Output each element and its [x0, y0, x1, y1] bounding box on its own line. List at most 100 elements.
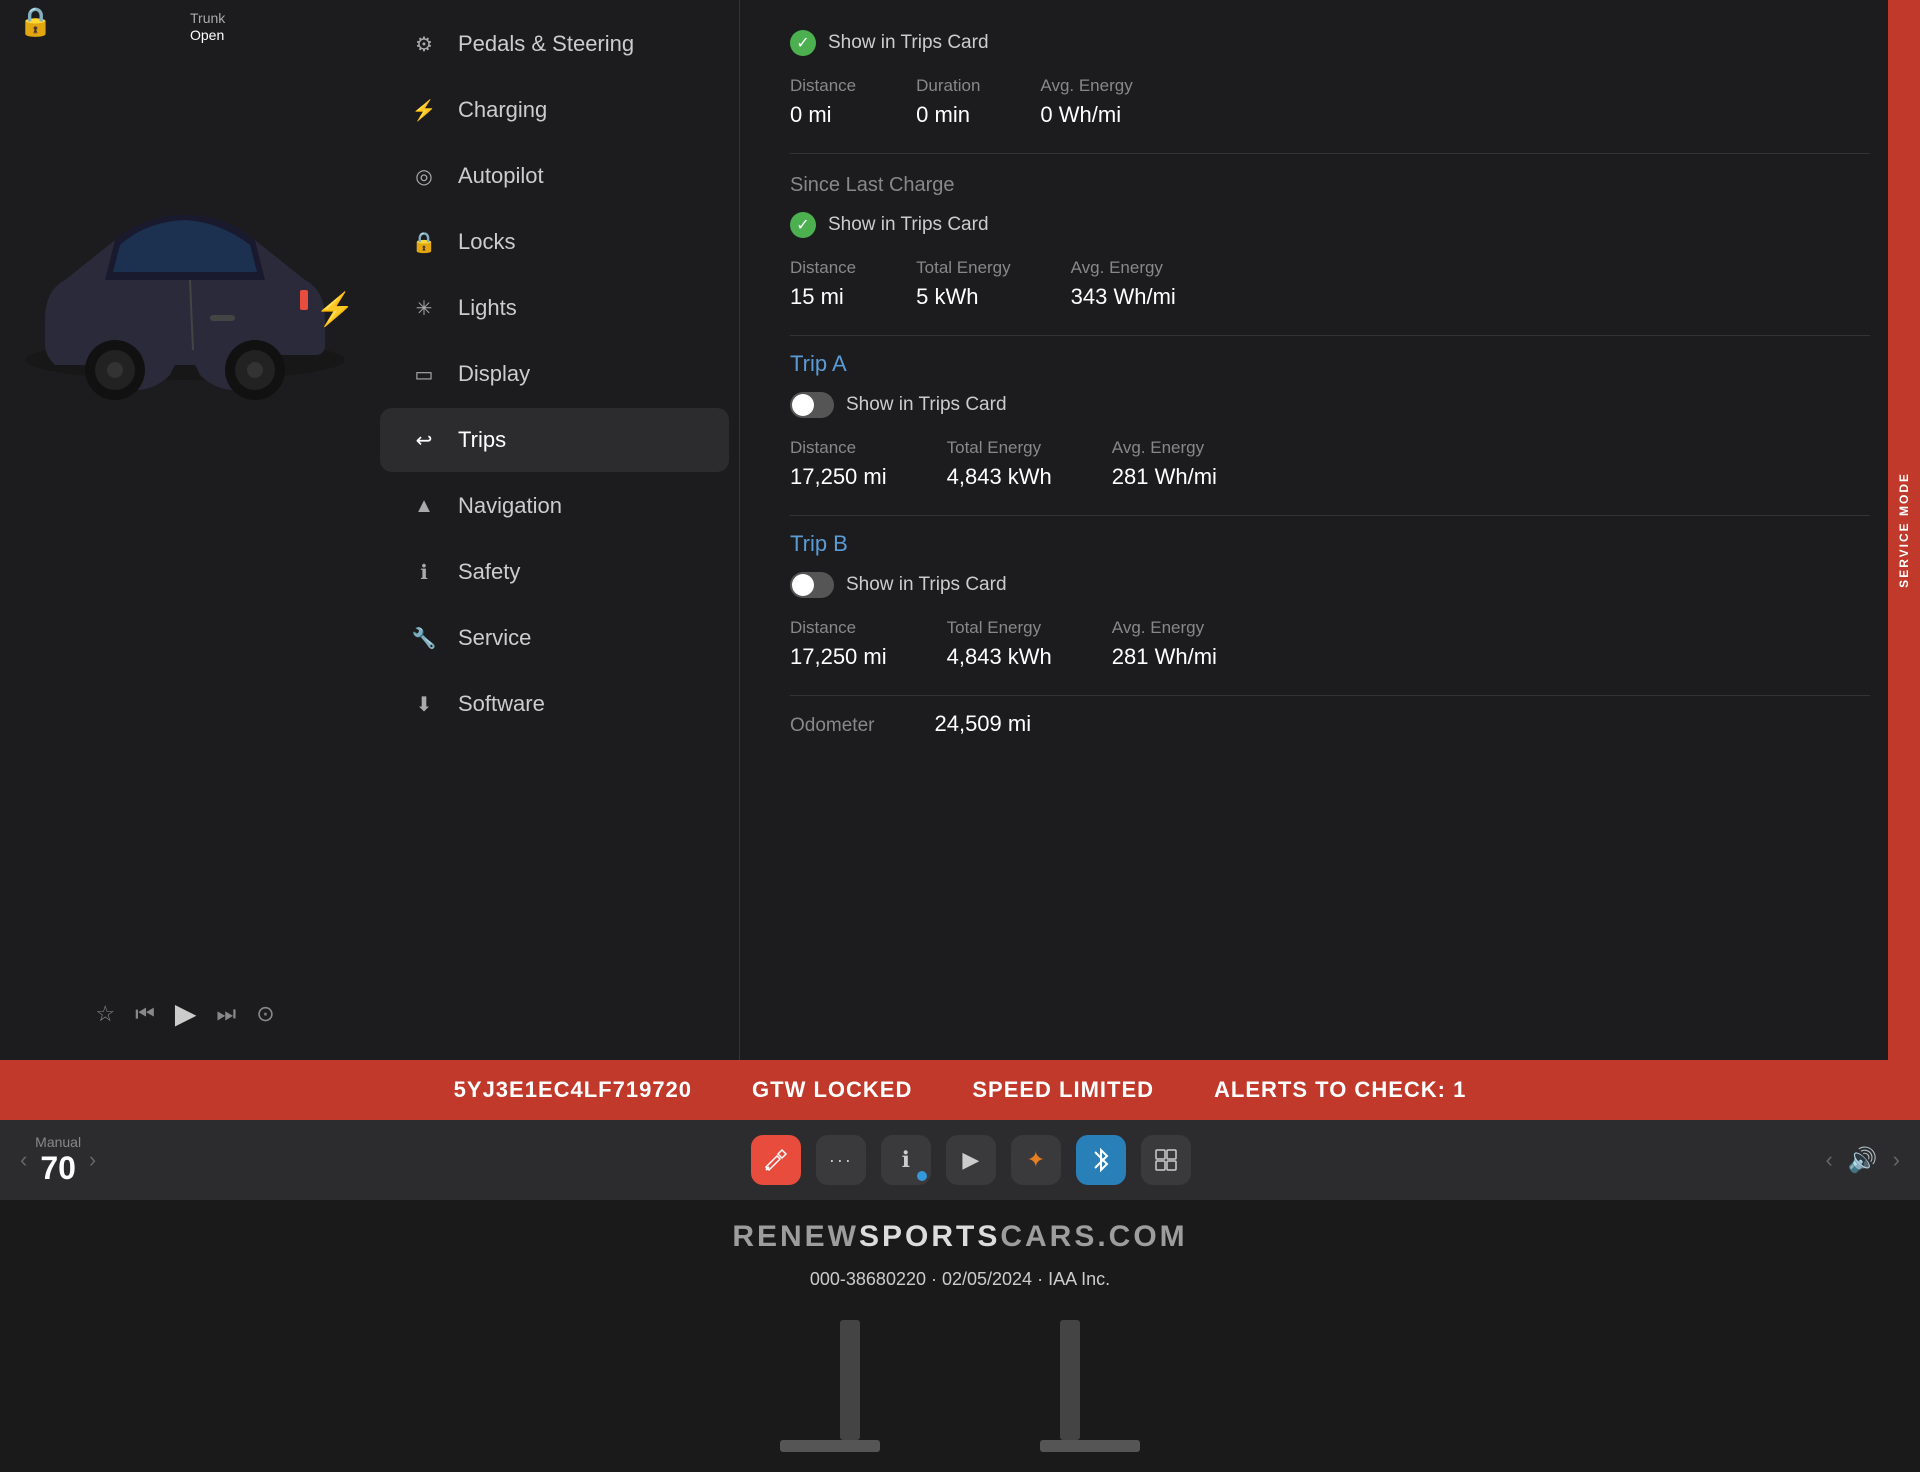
trip-a-distance-value: 17,250 mi [790, 464, 887, 490]
slc-distance: Distance 15 mi [790, 258, 856, 310]
pedals-label: Pedals & Steering [458, 31, 634, 57]
safety-icon: ℹ [410, 558, 438, 586]
trip-b-toggle[interactable] [790, 572, 834, 598]
content-panel: ✓ Show in Trips Card Distance 0 mi Durat… [740, 0, 1920, 1060]
speed-number: 70 [40, 1150, 76, 1187]
display-label: Display [458, 361, 530, 387]
last-trip-checkbox[interactable]: ✓ [790, 30, 816, 56]
prev-button[interactable]: ⏮ [135, 1001, 155, 1027]
since-last-charge-stats: Distance 15 mi Total Energy 5 kWh Avg. E… [790, 258, 1870, 310]
volume-icon[interactable]: 🔊 [1848, 1146, 1878, 1175]
last-trip-avg-energy-value: 0 Wh/mi [1040, 102, 1132, 128]
watermark-renew: RENEW [732, 1220, 859, 1253]
lights-label: Lights [458, 295, 517, 321]
speed-left-arrow[interactable]: ‹ [20, 1147, 27, 1173]
last-trip-duration: Duration 0 min [916, 76, 980, 128]
trips-label: Trips [458, 427, 506, 453]
trip-a-distance: Distance 17,250 mi [790, 438, 887, 490]
info-icon-btn[interactable]: ℹ [881, 1135, 931, 1185]
taskbar-left-nav[interactable]: ‹ [1825, 1147, 1832, 1173]
service-mode-bar: SERVICE MODE [1888, 0, 1920, 1060]
trip-b-avg-energy: Avg. Energy 281 Wh/mi [1112, 618, 1217, 670]
main-screen: 🔒 Trunk Open [0, 0, 1920, 1060]
trip-a-toggle[interactable] [790, 392, 834, 418]
since-last-charge-show-label: Show in Trips Card [828, 214, 989, 236]
charging-bolt-icon: ⚡ [315, 290, 355, 328]
trip-a-total-energy-value: 4,843 kWh [947, 464, 1052, 490]
trip-b-avg-energy-value: 281 Wh/mi [1112, 644, 1217, 670]
service-label: Service [458, 625, 531, 651]
vin-text: 5YJ3E1EC4LF719720 [454, 1077, 692, 1103]
star-button[interactable]: ☆ [95, 1001, 115, 1027]
charging-icon: ⚡ [410, 96, 438, 124]
trip-a-total-energy: Total Energy 4,843 kWh [947, 438, 1052, 490]
trip-a-total-energy-label: Total Energy [947, 438, 1052, 458]
lock-icon: 🔒 [18, 5, 53, 38]
sidebar-item-navigation[interactable]: ▲ Navigation [380, 474, 729, 538]
sidebar-item-display[interactable]: ▭ Display [380, 342, 729, 406]
video-icon-btn[interactable]: ▶ [946, 1135, 996, 1185]
odometer-row: Odometer 24,509 mi [790, 711, 1870, 737]
sidebar-item-trips[interactable]: ↩ Trips [380, 408, 729, 472]
sidebar-item-lights[interactable]: ✳ Lights [380, 276, 729, 340]
navigation-label: Navigation [458, 493, 562, 519]
trip-a-avg-energy-label: Avg. Energy [1112, 438, 1217, 458]
last-trip-duration-label: Duration [916, 76, 980, 96]
speed-display: ‹ Manual 70 › [20, 1134, 96, 1187]
trip-b-distance-label: Distance [790, 618, 887, 638]
trip-a-distance-label: Distance [790, 438, 887, 458]
trip-b-distance: Distance 17,250 mi [790, 618, 887, 670]
more-options-btn[interactable]: ··· [816, 1135, 866, 1185]
sidebar-item-locks[interactable]: 🔒 Locks [380, 210, 729, 274]
trunk-label: Trunk [190, 10, 225, 27]
sidebar-item-charging[interactable]: ⚡ Charging [380, 78, 729, 142]
trip-a-title[interactable]: Trip A [790, 351, 1870, 377]
last-trip-avg-energy: Avg. Energy 0 Wh/mi [1040, 76, 1132, 128]
gtw-text: GTW LOCKED [752, 1077, 912, 1103]
sidebar-item-software[interactable]: ⬇ Software [380, 672, 729, 736]
last-trip-duration-value: 0 min [916, 102, 980, 128]
manual-label: Manual [35, 1134, 81, 1150]
last-trip-avg-energy-label: Avg. Energy [1040, 76, 1132, 96]
sidebar-item-safety[interactable]: ℹ Safety [380, 540, 729, 604]
trunk-status: Trunk Open [190, 10, 225, 43]
last-trip-distance-label: Distance [790, 76, 856, 96]
below-screen: RENEWSPORTSCARS.COM 000-38680220 · 02/05… [0, 1200, 1920, 1472]
games-icon-btn[interactable]: ✦ [1011, 1135, 1061, 1185]
alerts-text: ALERTS TO CHECK: 1 [1214, 1077, 1466, 1103]
stand-left [840, 1320, 860, 1440]
monitor-stands [0, 1320, 1920, 1440]
last-trip-show-label: Show in Trips Card [828, 32, 989, 54]
grid-icon-btn[interactable] [1141, 1135, 1191, 1185]
slc-total-energy-value: 5 kWh [916, 284, 1011, 310]
cast-button[interactable]: ⊙ [256, 1001, 274, 1027]
taskbar-right-nav[interactable]: › [1893, 1147, 1900, 1173]
last-trip-distance-value: 0 mi [790, 102, 856, 128]
next-button[interactable]: ⏭ [216, 1001, 236, 1027]
safety-label: Safety [458, 559, 520, 585]
sidebar-item-pedals-steering[interactable]: ⚙ Pedals & Steering [380, 12, 729, 76]
pedals-icon: ⚙ [410, 30, 438, 58]
sidebar-item-service[interactable]: 🔧 Service [380, 606, 729, 670]
bluetooth-icon-btn[interactable] [1076, 1135, 1126, 1185]
slc-total-energy-label: Total Energy [916, 258, 1011, 278]
speed-right-arrow[interactable]: › [89, 1147, 96, 1173]
watermark-cars: CARS.COM [1000, 1220, 1187, 1253]
trip-b-title[interactable]: Trip B [790, 531, 1870, 557]
trip-b-show-label: Show in Trips Card [846, 574, 1007, 596]
since-last-charge-checkbox[interactable]: ✓ [790, 212, 816, 238]
sidebar-item-autopilot[interactable]: ◎ Autopilot [380, 144, 729, 208]
watermark-sports: SPORTS [859, 1220, 1000, 1253]
autopilot-label: Autopilot [458, 163, 544, 189]
last-trip-show-row: ✓ Show in Trips Card [790, 30, 1870, 56]
screwdriver-icon-btn[interactable] [751, 1135, 801, 1185]
trip-b-distance-value: 17,250 mi [790, 644, 887, 670]
taskbar-right-controls: ‹ 🔊 › [1825, 1146, 1900, 1175]
play-button[interactable]: ▶ [175, 997, 197, 1030]
display-icon: ▭ [410, 360, 438, 388]
stand-base-right [1040, 1440, 1140, 1452]
slc-total-energy: Total Energy 5 kWh [916, 258, 1011, 310]
slc-avg-energy: Avg. Energy 343 Wh/mi [1071, 258, 1176, 310]
taskbar: ‹ Manual 70 › ··· ℹ ▶ ✦ [0, 1120, 1920, 1200]
divider-2 [790, 335, 1870, 336]
